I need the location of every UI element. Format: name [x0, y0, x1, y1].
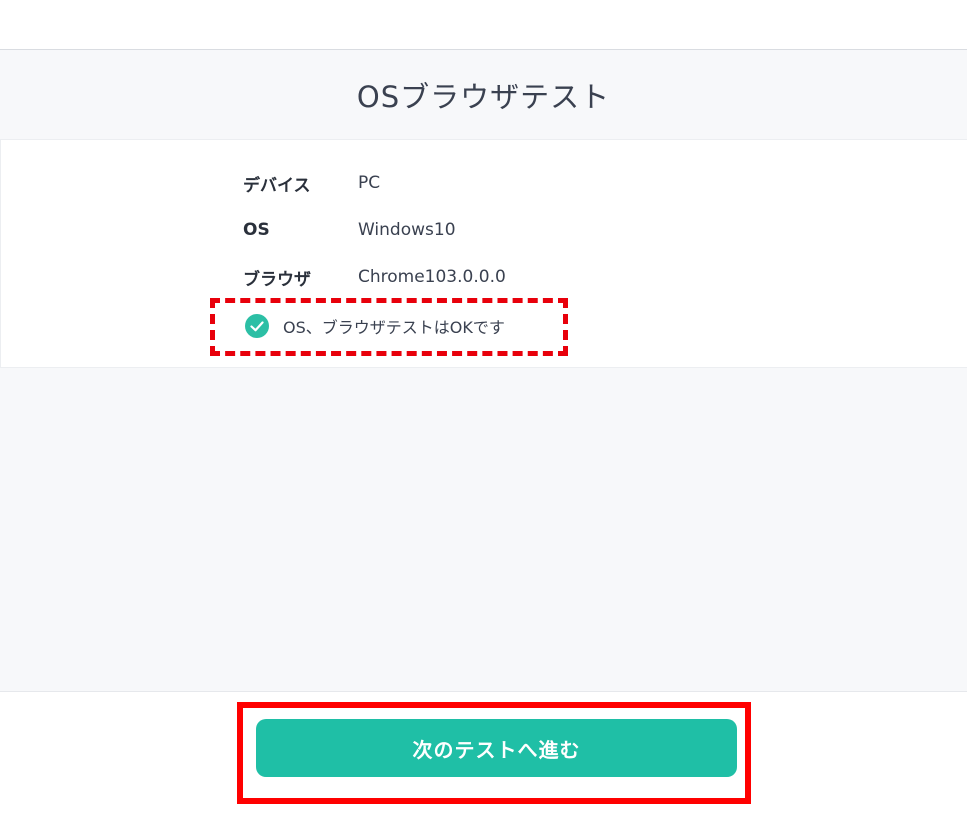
title-bar: OSブラウザテスト	[0, 50, 967, 140]
status-text: OS、ブラウザテストはOKです	[283, 318, 505, 337]
status-message: OS、ブラウザテストはOKです	[245, 313, 505, 339]
browser-label: ブラウザ	[243, 269, 311, 290]
os-label: OS	[243, 220, 270, 240]
os-value: Windows10	[358, 220, 456, 240]
check-circle-icon	[245, 314, 269, 338]
device-value: PC	[358, 173, 381, 193]
page-title: OSブラウザテスト	[356, 79, 611, 114]
content-blank-area	[0, 368, 967, 692]
top-bar	[0, 0, 967, 50]
info-row-device: デバイス PC	[243, 171, 381, 196]
browser-value: Chrome103.0.0.0	[358, 267, 506, 287]
info-row-browser: ブラウザ Chrome103.0.0.0	[243, 265, 506, 290]
device-label: デバイス	[243, 175, 311, 196]
info-row-os: OS Windows10	[243, 218, 456, 242]
next-test-button[interactable]: 次のテストへ進む	[256, 719, 737, 777]
